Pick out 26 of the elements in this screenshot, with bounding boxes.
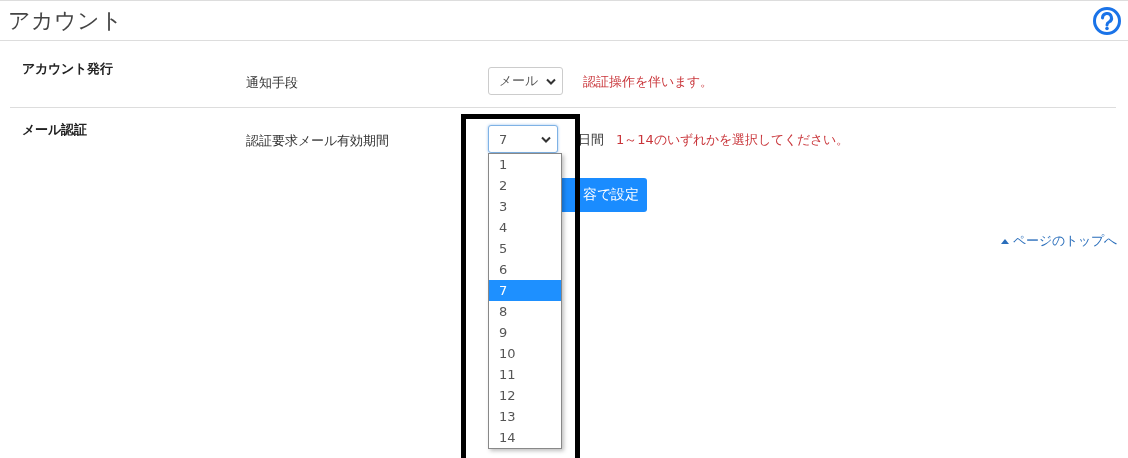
hint-text: 認証操作を伴います。 [583,73,713,91]
chevron-icon [541,135,551,143]
dropdown-option[interactable]: 14 [489,427,561,448]
dropdown-option[interactable]: 13 [489,406,561,427]
help-icon[interactable] [1092,5,1122,36]
page-title: アカウント [8,6,123,35]
triangle-up-icon [1001,238,1009,244]
unit-label: 日間 [578,131,604,149]
section-label: アカウント発行 [22,60,114,78]
dropdown-option[interactable]: 1 [489,154,561,175]
dropdown-option[interactable]: 10 [489,343,561,364]
dropdown-option[interactable]: 5 [489,238,561,259]
select-field[interactable]: 7 [488,125,558,153]
dropdown-option[interactable]: 12 [489,385,561,406]
dropdown-option[interactable]: 6 [489,259,561,280]
section-label: メール認証 [22,121,88,139]
field-label: 認証要求メール有効期間 [246,132,390,150]
dropdown-option[interactable]: 11 [489,364,561,385]
hint-text: 1～14のいずれかを選択してください。 [616,131,849,149]
field-label: 通知手段 [246,74,299,92]
dropdown-option[interactable]: 8 [489,301,561,322]
chevron-icon [546,77,556,85]
select-field[interactable]: メール [488,67,563,95]
dropdown-option[interactable]: 9 [489,322,561,343]
page-top-link[interactable]: ページのトップへ [1001,232,1117,250]
dropdown-option[interactable]: 4 [489,217,561,238]
